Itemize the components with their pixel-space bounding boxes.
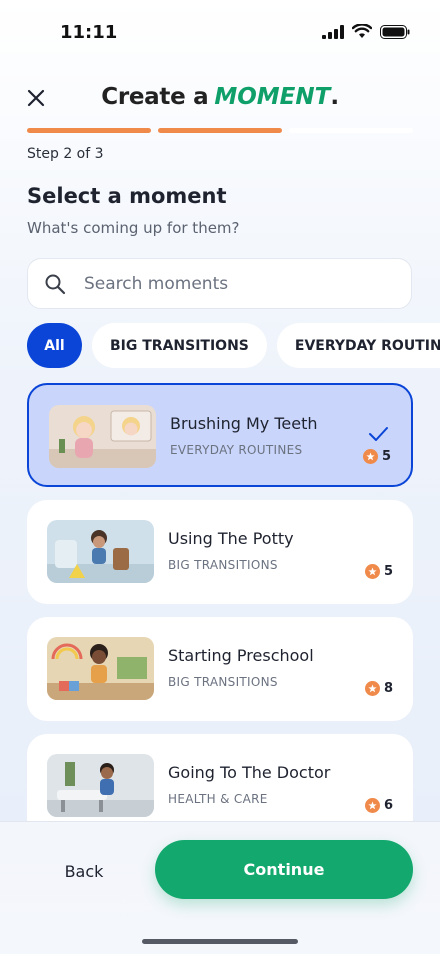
points-value: 5: [383, 564, 393, 579]
moment-thumbnail: [47, 520, 154, 583]
star-icon: [364, 564, 380, 579]
moment-points: 5: [364, 564, 393, 579]
title-suffix: .: [330, 84, 339, 110]
moment-category: BIG TRANSITIONS: [168, 675, 278, 689]
status-icons: [322, 24, 410, 39]
moment-category: EVERYDAY ROUTINES: [170, 443, 303, 457]
points-value: 6: [383, 798, 393, 813]
filter-chip-everyday-routines[interactable]: EVERYDAY ROUTINES: [276, 323, 440, 368]
moment-card-brushing-teeth[interactable]: Brushing My Teeth EVERYDAY ROUTINES 5: [27, 383, 413, 487]
header: Create a MOMENT.: [0, 80, 440, 120]
moment-title: Going To The Doctor: [168, 763, 331, 782]
step-label: Step 2 of 3: [27, 146, 104, 162]
moment-thumbnail: [49, 405, 156, 468]
search-input[interactable]: [84, 273, 384, 294]
star-icon: [362, 449, 378, 464]
progress-segment-2: [158, 128, 282, 133]
status-bar: 11:11: [0, 0, 440, 60]
moment-card-using-potty[interactable]: Using The Potty BIG TRANSITIONS 5: [27, 500, 413, 604]
moment-list: Brushing My Teeth EVERYDAY ROUTINES 5 Us…: [27, 383, 413, 821]
progress-segment-1: [27, 128, 151, 133]
moment-card-starting-preschool[interactable]: Starting Preschool BIG TRANSITIONS 8: [27, 617, 413, 721]
home-indicator[interactable]: [142, 939, 298, 944]
star-icon: [364, 681, 380, 696]
moment-title: Brushing My Teeth: [170, 414, 318, 433]
moment-category: BIG TRANSITIONS: [168, 558, 278, 572]
page-title: Create a MOMENT.: [0, 84, 440, 110]
battery-icon: [380, 24, 410, 39]
filter-chips: All BIG TRANSITIONS EVERYDAY ROUTINES: [27, 323, 440, 369]
section-subheading: What's coming up for them?: [27, 219, 240, 237]
points-value: 5: [381, 449, 391, 464]
moment-title: Starting Preschool: [168, 646, 314, 665]
moment-thumbnail: [47, 637, 154, 700]
points-value: 8: [383, 681, 393, 696]
moment-thumbnail: [47, 754, 154, 817]
back-button[interactable]: Back: [40, 854, 128, 888]
section-heading: Select a moment: [27, 184, 227, 208]
moment-points: 6: [364, 798, 393, 813]
check-icon: [369, 427, 388, 441]
title-brand: MOMENT: [214, 84, 331, 110]
moment-card-going-to-doctor[interactable]: Going To The Doctor HEALTH & CARE 6: [27, 734, 413, 821]
footer-bar: Back Continue: [0, 821, 440, 954]
progress-segment-3: [289, 128, 413, 133]
search-bar[interactable]: [27, 258, 412, 309]
step-progress: [27, 128, 413, 133]
moment-title: Using The Potty: [168, 529, 294, 548]
star-icon: [364, 798, 380, 813]
title-prefix: Create a: [101, 84, 209, 110]
continue-button[interactable]: Continue: [155, 840, 413, 899]
signal-icon: [322, 24, 344, 39]
moment-points: 8: [364, 681, 393, 696]
filter-chip-all[interactable]: All: [27, 323, 82, 368]
wifi-icon: [352, 24, 372, 38]
moment-category: HEALTH & CARE: [168, 792, 268, 806]
search-icon: [45, 274, 66, 294]
status-time: 11:11: [60, 22, 118, 43]
filter-chip-big-transitions[interactable]: BIG TRANSITIONS: [92, 323, 267, 368]
moment-points: 5: [362, 449, 391, 464]
